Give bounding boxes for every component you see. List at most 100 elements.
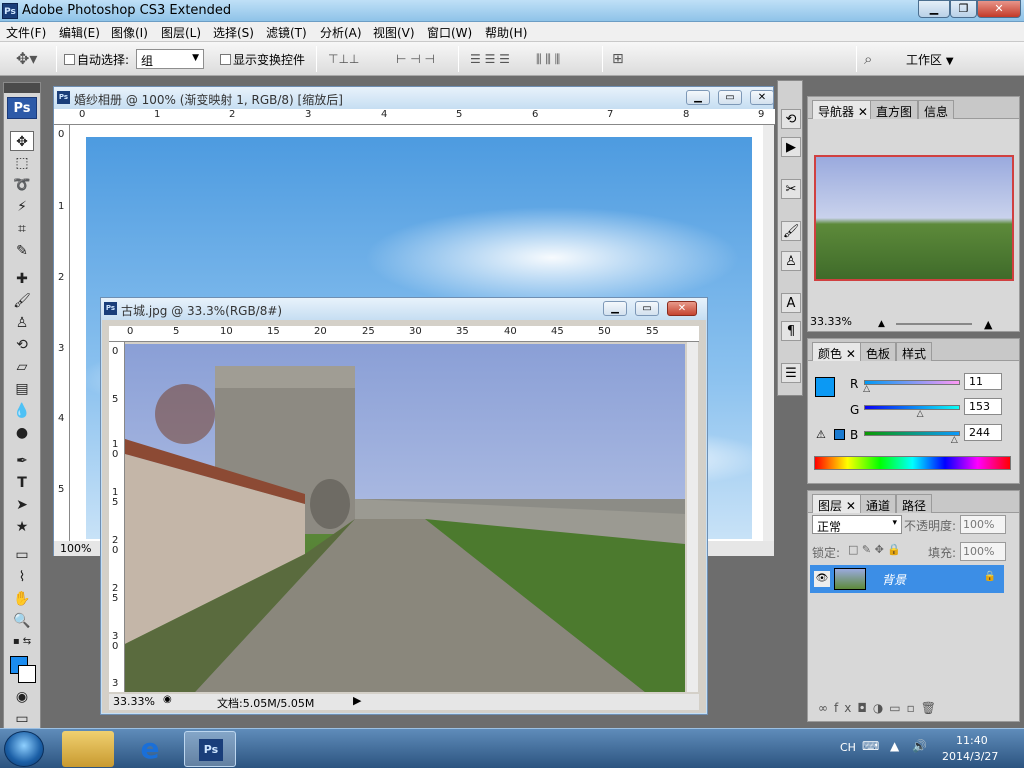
red-value-input[interactable]: 11 <box>964 373 1002 390</box>
screen-mode-icon[interactable]: ▭ <box>10 709 34 729</box>
auto-select-checkbox[interactable] <box>64 54 75 65</box>
hand-tool-icon[interactable]: ✋ <box>10 589 34 609</box>
blend-mode-dropdown[interactable]: 正常 ▾ <box>812 515 902 534</box>
menu-filter[interactable]: 滤镜(T) <box>266 24 307 41</box>
move-tool-icon[interactable]: ✥ <box>10 131 34 151</box>
move-tool-icon[interactable]: ✥▾ <box>16 49 37 68</box>
file-explorer-icon[interactable] <box>62 731 114 767</box>
doc-close-button[interactable]: ✕ <box>750 90 774 105</box>
notes-tool-icon[interactable]: ▭ <box>10 545 34 565</box>
green-slider-handle[interactable]: △ <box>917 409 924 419</box>
show-transform-checkbox[interactable] <box>220 54 231 65</box>
green-slider[interactable] <box>864 405 960 410</box>
minimize-button[interactable]: ▁ <box>918 0 950 18</box>
brushes-panel-icon[interactable]: 🖌 <box>781 221 801 241</box>
color-spectrum-bar[interactable] <box>814 456 1011 470</box>
visibility-eye-icon[interactable]: 👁 <box>814 571 830 587</box>
eyedropper-tool-icon[interactable]: ⌇ <box>10 567 34 587</box>
align-top-icon[interactable]: ⊤⊥⊥ <box>328 52 359 66</box>
status-arrow-icon[interactable]: ▶ <box>353 694 361 707</box>
language-indicator[interactable]: CH <box>840 741 856 754</box>
clone-source-icon[interactable]: ♙ <box>781 251 801 271</box>
tab-layers[interactable]: 图层 ✕ <box>812 494 862 513</box>
menu-view[interactable]: 视图(V) <box>373 24 415 41</box>
stamp-tool-icon[interactable]: ♙ <box>10 313 34 333</box>
zoom-tool-icon[interactable]: 🔍 <box>10 611 34 631</box>
menu-edit[interactable]: 编辑(E) <box>59 24 100 41</box>
type-tool-icon[interactable]: T <box>10 473 34 493</box>
bridge-icon[interactable]: ⌕ <box>864 50 872 68</box>
magic-wand-tool-icon[interactable]: ⚡ <box>10 197 34 217</box>
tab-styles[interactable]: 样式 <box>896 342 933 361</box>
background-color-swatch[interactable] <box>18 665 36 683</box>
auto-select-dropdown[interactable]: 组 ▼ <box>136 49 204 69</box>
menu-layer[interactable]: 图层(L) <box>161 24 201 41</box>
start-button[interactable] <box>4 731 44 767</box>
red-slider-handle[interactable]: △ <box>863 384 870 394</box>
vertical-scrollbar[interactable] <box>687 342 698 692</box>
shape-tool-icon[interactable]: ★ <box>10 517 34 537</box>
pen-tool-icon[interactable]: ✒ <box>10 451 34 471</box>
blue-value-input[interactable]: 244 <box>964 424 1002 441</box>
tab-navigator[interactable]: 导航器 ✕ <box>812 100 874 119</box>
menu-image[interactable]: 图像(I) <box>111 24 148 41</box>
doc-maximize-button[interactable]: ▭ <box>635 301 659 316</box>
vertical-scrollbar[interactable] <box>763 125 774 541</box>
blue-slider[interactable] <box>864 431 960 436</box>
gradient-tool-icon[interactable]: ▤ <box>10 379 34 399</box>
tray-arrow-icon[interactable]: ▲ <box>890 739 899 753</box>
doc-maximize-button[interactable]: ▭ <box>718 90 742 105</box>
align-left-icon[interactable]: ⊢ ⊣ ⊣ <box>396 52 435 66</box>
document-titlebar[interactable]: Ps 婚纱相册 @ 100% (渐变映射 1, RGB/8) [缩放后] ▁ ▭… <box>54 87 774 109</box>
navigator-zoom[interactable]: 33.33% <box>810 315 852 328</box>
red-slider[interactable] <box>864 380 960 385</box>
layer-row-background[interactable]: 👁 背景 🔒 <box>810 565 1004 593</box>
status-menu-icon[interactable]: ◉ <box>163 694 172 705</box>
blue-slider-handle[interactable]: △ <box>951 435 958 445</box>
workspace-button[interactable]: 工作区 ▼ <box>906 51 954 68</box>
menu-file[interactable]: 文件(F) <box>6 24 46 41</box>
color-foreground-swatch[interactable] <box>815 377 835 397</box>
document-titlebar[interactable]: Ps 古城.jpg @ 33.3%(RGB/8#) ▁ ▭ ✕ <box>101 298 707 320</box>
maximize-button[interactable]: ❐ <box>950 0 977 18</box>
tab-color[interactable]: 颜色 ✕ <box>812 342 862 361</box>
distribute-left-icon[interactable]: ⫼ ⫼ ⫼ <box>536 52 560 67</box>
menu-help[interactable]: 帮助(H) <box>485 24 527 41</box>
menu-analysis[interactable]: 分析(A) <box>320 24 362 41</box>
actions-panel-icon[interactable]: ▶ <box>781 137 801 157</box>
gamut-warning-icon[interactable]: ⚠ <box>816 428 826 441</box>
character-panel-icon[interactable]: A <box>781 293 801 313</box>
eraser-tool-icon[interactable]: ▱ <box>10 357 34 377</box>
dodge-tool-icon[interactable]: ● <box>10 423 34 443</box>
history-panel-icon[interactable]: ⟲ <box>781 109 801 129</box>
taskbar-photoshop-button[interactable]: Ps <box>184 731 236 767</box>
brush-tool-icon[interactable]: 🖌 <box>10 291 34 311</box>
vertical-ruler[interactable]: 0 5 1 0 1 5 2 0 2 5 3 0 3 <box>109 342 125 692</box>
doc-minimize-button[interactable]: ▁ <box>603 301 627 316</box>
clock-date[interactable]: 2014/3/27 <box>942 750 998 763</box>
navigator-zoom-slider[interactable] <box>896 323 972 325</box>
horizontal-ruler[interactable]: 0 5 10 15 20 25 30 35 40 45 50 55 <box>109 326 699 342</box>
tab-info[interactable]: 信息 <box>918 100 955 119</box>
tab-paths[interactable]: 路径 <box>896 494 933 513</box>
websafe-swatch[interactable] <box>834 429 845 440</box>
zoom-level[interactable]: 33.33% <box>113 695 155 708</box>
green-value-input[interactable]: 153 <box>964 398 1002 415</box>
layer-name[interactable]: 背景 <box>882 571 906 588</box>
doc-close-button[interactable]: ✕ <box>667 301 697 316</box>
navigator-preview[interactable] <box>814 155 1014 281</box>
layer-comps-icon[interactable]: ☰ <box>781 363 801 383</box>
crop-tool-icon[interactable]: ⌗ <box>10 219 34 239</box>
zoom-out-icon[interactable]: ▲ <box>878 319 885 329</box>
tool-presets-icon[interactable]: ✂ <box>781 179 801 199</box>
menu-window[interactable]: 窗口(W) <box>427 24 472 41</box>
path-select-icon[interactable]: ➤ <box>10 495 34 515</box>
tab-swatches[interactable]: 色板 <box>860 342 897 361</box>
doc-minimize-button[interactable]: ▁ <box>686 90 710 105</box>
paragraph-panel-icon[interactable]: ¶ <box>781 321 801 341</box>
vertical-ruler[interactable]: 0 1 2 3 4 5 <box>54 125 70 541</box>
blur-tool-icon[interactable]: 💧 <box>10 401 34 421</box>
zoom-in-icon[interactable]: ▲ <box>984 318 992 331</box>
swap-colors-icon[interactable]: ▪ ⇆ <box>10 635 34 649</box>
opacity-input[interactable]: 100% <box>960 515 1006 534</box>
